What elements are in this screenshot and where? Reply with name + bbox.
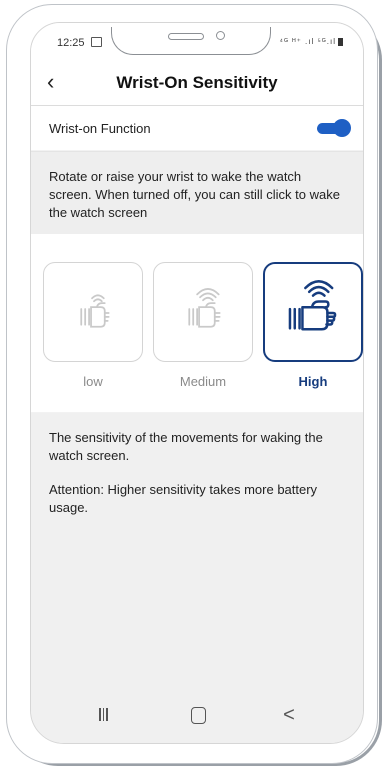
back-button[interactable]: <	[269, 703, 309, 727]
recent-apps-icon	[102, 708, 105, 721]
sensitivity-options: low Medium High	[31, 234, 363, 412]
wrist-wave-icon	[80, 294, 110, 328]
sensitivity-option-high[interactable]	[263, 262, 363, 362]
gallery-icon	[91, 37, 102, 47]
wrist-on-function-row: Wrist-on Function	[31, 106, 363, 150]
home-icon	[191, 707, 206, 724]
sensitivity-label-high: High	[298, 374, 328, 389]
speaker-icon	[168, 33, 204, 40]
wrist-wave-icon	[288, 280, 337, 331]
info-attention-text: Attention: Higher sensitivity takes more…	[49, 482, 318, 515]
sensitivity-option-medium[interactable]	[153, 262, 253, 362]
phone-screen: 12:25 ⁴ᴳ ᴴ⁺ .ıl ⁵ᴳ.ıl ‹ Wrist-On Sensiti…	[30, 22, 364, 744]
description-text: Rotate or raise your wrist to wake the w…	[49, 169, 340, 220]
sensitivity-label-medium: Medium	[179, 374, 227, 389]
sensitivity-label-low: low	[83, 374, 103, 389]
status-bar: 12:25 ⁴ᴳ ᴴ⁺ .ıl ⁵ᴳ.ıl	[31, 23, 363, 61]
wrist-on-function-label: Wrist-on Function	[49, 121, 151, 136]
recent-apps-button[interactable]	[99, 703, 139, 727]
toggle-knob	[333, 119, 351, 137]
page-title: Wrist-On Sensitivity	[116, 73, 278, 92]
sensitivity-option-low[interactable]	[43, 262, 143, 362]
recent-apps-icon	[99, 708, 101, 721]
camera-icon	[216, 31, 225, 40]
status-time: 12:25	[57, 37, 85, 49]
wrist-wave-icon	[188, 288, 221, 328]
camera-notch	[111, 27, 271, 55]
signal-icon: ⁴ᴳ ᴴ⁺ .ıl ⁵ᴳ.ıl	[280, 37, 343, 46]
info-block: The sensitivity of the movements for wak…	[31, 413, 363, 701]
battery-icon	[338, 37, 343, 46]
wrist-on-toggle[interactable]	[317, 119, 351, 137]
description-block: Rotate or raise your wrist to wake the w…	[31, 151, 363, 235]
home-button[interactable]	[179, 703, 219, 727]
recent-apps-icon	[106, 708, 108, 721]
system-nav-bar: <	[31, 689, 363, 743]
info-sensitivity-text: The sensitivity of the movements for wak…	[49, 430, 323, 463]
app-header: ‹ Wrist-On Sensitivity	[31, 61, 363, 106]
signal-text: ⁴ᴳ ᴴ⁺ .ıl ⁵ᴳ.ıl	[279, 37, 336, 46]
